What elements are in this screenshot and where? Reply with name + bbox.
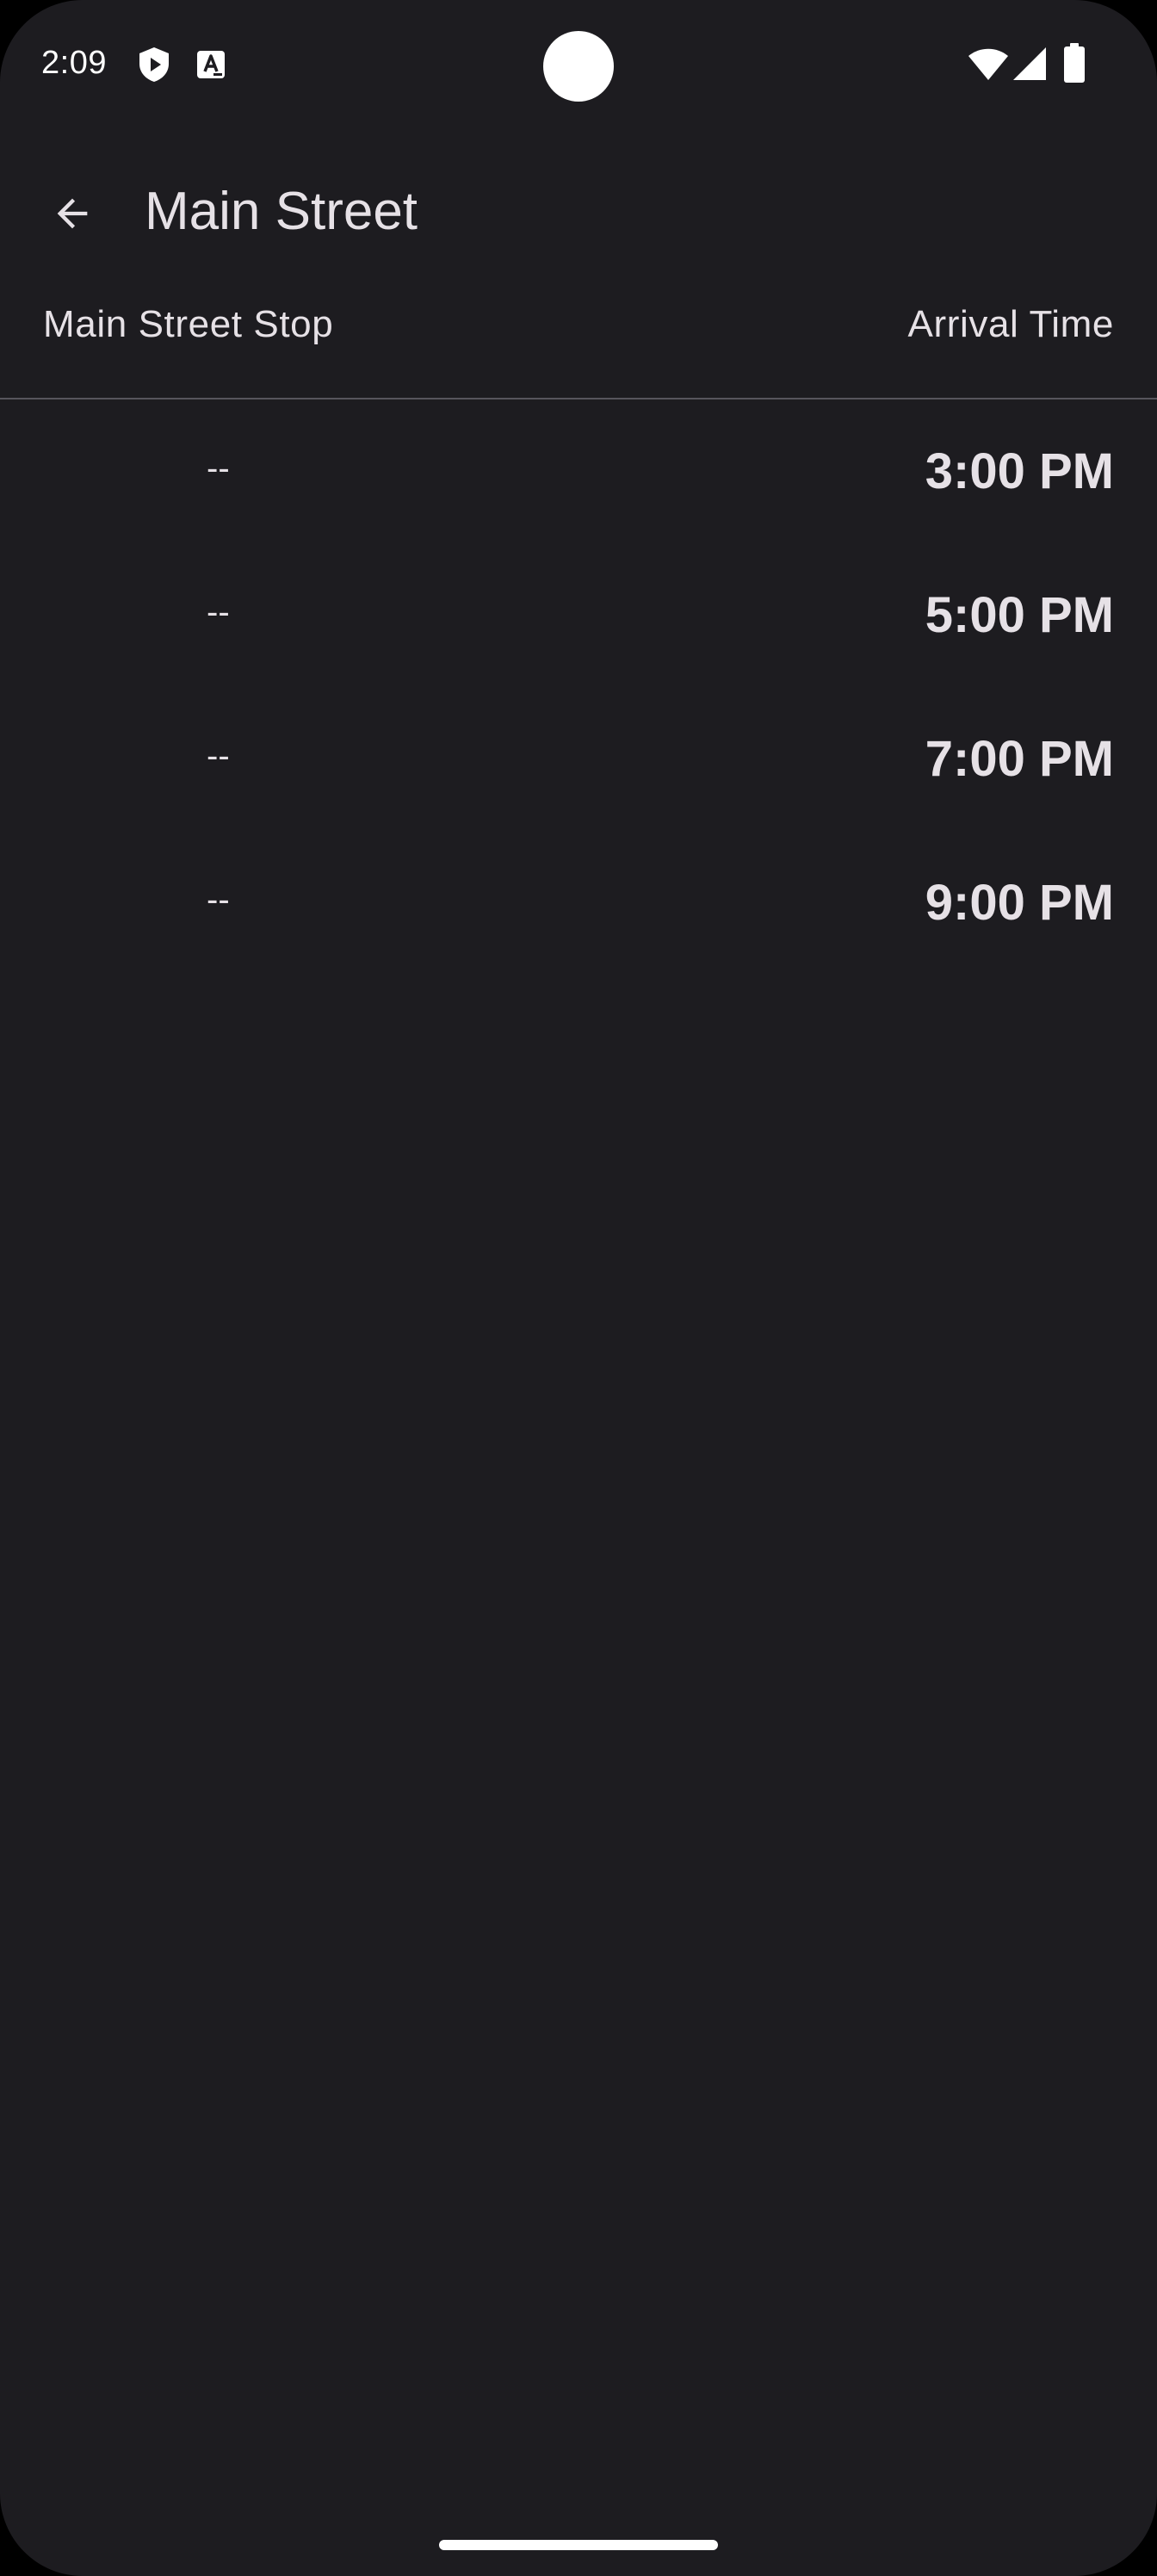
arrival-row: -- 5:00 PM <box>0 545 1157 689</box>
stop-value: -- <box>207 881 230 919</box>
column-header-arrival-time: Arrival Time <box>907 303 1114 345</box>
stop-value: -- <box>207 737 230 775</box>
camera-cutout <box>543 31 614 102</box>
arrival-row: -- 3:00 PM <box>0 401 1157 545</box>
app-screen: 2:09 Main Street Main Street Stop Arriva… <box>0 0 1157 2576</box>
arrival-time: 5:00 PM <box>925 587 1114 643</box>
arrival-row: -- 9:00 PM <box>0 833 1157 976</box>
stop-value: -- <box>207 593 230 631</box>
arrival-time: 9:00 PM <box>925 875 1114 931</box>
back-button[interactable] <box>41 183 103 245</box>
status-time: 2:09 <box>41 45 107 81</box>
gesture-navigation-bar[interactable] <box>439 2540 718 2550</box>
app-bar: Main Street <box>0 164 1157 260</box>
signal-icon <box>1013 47 1046 80</box>
arrival-time: 3:00 PM <box>925 443 1114 499</box>
column-header-stop: Main Street Stop <box>43 303 334 345</box>
stop-value: -- <box>207 449 230 487</box>
battery-icon <box>1064 43 1085 83</box>
font-a-icon <box>197 51 225 78</box>
wifi-icon <box>968 48 1008 80</box>
page-title: Main Street <box>145 182 418 241</box>
shield-play-icon <box>139 47 169 82</box>
arrival-list: -- 3:00 PM -- 5:00 PM -- 7:00 PM -- 9:00… <box>0 401 1157 976</box>
header-divider <box>0 398 1157 399</box>
arrival-row: -- 7:00 PM <box>0 689 1157 833</box>
arrow-back-icon <box>57 198 88 229</box>
status-bar: 2:09 <box>0 0 1157 129</box>
arrival-time: 7:00 PM <box>925 731 1114 787</box>
